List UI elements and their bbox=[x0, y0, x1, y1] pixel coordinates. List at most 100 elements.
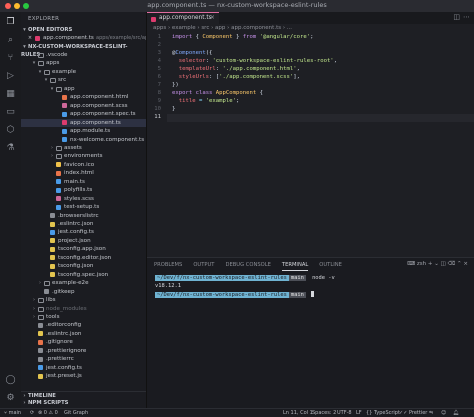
tree-file[interactable]: app.module.ts bbox=[21, 127, 146, 135]
open-editor-path: apps/example/src/app bbox=[96, 35, 147, 41]
tree-file[interactable]: nx-welcome.component.ts bbox=[21, 136, 146, 144]
tree-item-label: libs bbox=[46, 297, 56, 304]
testing-icon[interactable]: ⚗ bbox=[5, 143, 16, 154]
tree-file[interactable]: .prettierrc bbox=[21, 355, 146, 363]
close-panel-icon[interactable]: × bbox=[463, 261, 468, 267]
tree-folder[interactable]: › environments bbox=[21, 152, 146, 160]
tree-folder[interactable]: › libs bbox=[21, 296, 146, 304]
tree-folder[interactable]: ▾ apps bbox=[21, 59, 146, 67]
project-section[interactable]: ▾ NX-CUSTOM-WORKSPACE-ESLINT-RULES bbox=[21, 43, 146, 58]
breadcrumb-src[interactable]: src bbox=[201, 25, 209, 31]
chevron-right-icon: › bbox=[33, 305, 35, 312]
tree-item-label: jest.preset.js bbox=[46, 373, 82, 380]
tree-file[interactable]: .gitignore bbox=[21, 338, 146, 346]
nx-console-icon[interactable]: ⬡ bbox=[5, 125, 16, 136]
tree-file[interactable]: .gitkeep bbox=[21, 288, 146, 296]
tree-folder[interactable]: › assets bbox=[21, 144, 146, 152]
tree-item-label: polyfills.ts bbox=[64, 187, 93, 194]
tab-problems[interactable]: PROBLEMS bbox=[154, 262, 182, 270]
tree-file[interactable]: .browserslistrc bbox=[21, 212, 146, 220]
tree-file[interactable]: favicon.ico bbox=[21, 161, 146, 169]
tree-file[interactable]: app.component.spec.ts bbox=[21, 110, 146, 118]
json-file-icon bbox=[50, 246, 55, 252]
tree-folder[interactable]: ▾ src bbox=[21, 76, 146, 84]
tab-outline[interactable]: OUTLINE bbox=[319, 262, 342, 270]
tree-file[interactable]: .eslintrc.json bbox=[21, 330, 146, 338]
close-tab-icon[interactable]: × bbox=[210, 13, 215, 24]
trash-icon[interactable]: ⌫ bbox=[448, 261, 456, 267]
prompt-path: ~/Dev/f/nx-custom-workspace-eslint-rules bbox=[155, 275, 289, 281]
search-icon[interactable]: ⌕ bbox=[5, 35, 16, 46]
explorer-icon[interactable]: ❐ bbox=[5, 17, 16, 28]
panel-tabs: PROBLEMS OUTPUT DEBUG CONSOLE TERMINAL OUTLI… bbox=[154, 262, 353, 271]
new-terminal-icon[interactable]: + bbox=[428, 261, 433, 267]
tree-file[interactable]: main.ts bbox=[21, 178, 146, 186]
breadcrumb-example[interactable]: example bbox=[172, 25, 196, 31]
run-debug-icon[interactable]: ▷ bbox=[5, 71, 16, 82]
tree-file[interactable]: jest.config.ts bbox=[21, 228, 146, 236]
terminal-line-1: ~/Dev/f/nx-custom-workspace-eslint-rules… bbox=[155, 275, 335, 281]
breadcrumb-symbol[interactable]: ... bbox=[287, 25, 292, 31]
tree-file[interactable]: jest.preset.js bbox=[21, 372, 146, 380]
tree-file[interactable]: app.component.ts bbox=[21, 118, 146, 127]
tree-folder[interactable]: › .vscode bbox=[21, 51, 146, 59]
tree-item-label: main.ts bbox=[64, 178, 85, 185]
npm-scripts-section[interactable]: › NPM SCRIPTS bbox=[21, 399, 146, 407]
split-editor-icon[interactable]: ◫ bbox=[453, 13, 460, 21]
tab-debug-console[interactable]: DEBUG CONSOLE bbox=[225, 262, 270, 270]
breadcrumb-file[interactable]: app.component.ts bbox=[231, 25, 281, 31]
tree-item-label: nx-welcome.component.ts bbox=[70, 136, 145, 143]
folder-icon bbox=[38, 306, 44, 312]
extensions-icon[interactable]: ▦ bbox=[5, 89, 16, 100]
shell-label[interactable]: zsh bbox=[417, 261, 426, 267]
tree-file[interactable]: index.html bbox=[21, 169, 146, 177]
tree-file[interactable]: app.component.scss bbox=[21, 102, 146, 110]
tree-file[interactable]: project.json bbox=[21, 237, 146, 245]
tree-folder[interactable]: › example-e2e bbox=[21, 279, 146, 287]
tree-file[interactable]: styles.scss bbox=[21, 195, 146, 203]
tree-folder[interactable]: › node_modules bbox=[21, 305, 146, 313]
tree-file[interactable]: polyfills.ts bbox=[21, 186, 146, 194]
tree-file[interactable]: tsconfig.json bbox=[21, 262, 146, 270]
tree-file[interactable]: .eslintrc.json bbox=[21, 220, 146, 228]
split-terminal-icon[interactable]: ◫ bbox=[441, 261, 446, 267]
tab-terminal[interactable]: TERMINAL bbox=[281, 262, 309, 271]
tree-file[interactable]: tsconfig.spec.json bbox=[21, 271, 146, 279]
tree-file[interactable]: tsconfig.editor.json bbox=[21, 254, 146, 262]
tree-folder[interactable]: › tools bbox=[21, 313, 146, 321]
angular-file-icon bbox=[35, 35, 40, 41]
folder-icon bbox=[50, 78, 56, 84]
git-file-icon bbox=[38, 339, 43, 345]
open-editors-section[interactable]: ▾ OPEN EDITORS bbox=[21, 26, 146, 34]
tree-file[interactable]: test-setup.ts bbox=[21, 203, 146, 211]
tab-app-component-ts[interactable]: app.component.ts × bbox=[147, 12, 219, 24]
breadcrumb-apps[interactable]: apps bbox=[153, 25, 166, 31]
tree-item-label: environments bbox=[64, 153, 103, 160]
folder-icon bbox=[38, 298, 44, 304]
chevron-down-icon[interactable]: ⌄ bbox=[434, 261, 439, 267]
close-icon[interactable]: × bbox=[27, 34, 33, 42]
line-number: 9 bbox=[157, 98, 161, 104]
terminal-line-3[interactable]: ~/Dev/f/nx-custom-workspace-eslint-rules… bbox=[155, 291, 315, 298]
tree-file[interactable]: app.component.html bbox=[21, 93, 146, 101]
cfg-file-icon bbox=[38, 322, 43, 328]
chevron-up-icon[interactable]: ⌃ bbox=[457, 261, 462, 267]
tab-output[interactable]: OUTPUT bbox=[193, 262, 214, 270]
tree-item-label: assets bbox=[64, 144, 82, 151]
account-icon[interactable]: ◯ bbox=[5, 375, 16, 386]
remote-explorer-icon[interactable]: ▭ bbox=[5, 107, 16, 118]
tree-folder[interactable]: ▾ app bbox=[21, 85, 146, 93]
source-control-icon[interactable]: ⑂ bbox=[5, 53, 16, 64]
code-line-10: } bbox=[172, 106, 176, 112]
manage-gear-icon[interactable]: ⚙ bbox=[5, 393, 16, 404]
tree-file[interactable]: tsconfig.app.json bbox=[21, 245, 146, 253]
line-number: 7 bbox=[157, 82, 161, 88]
js-file-icon bbox=[38, 373, 43, 379]
more-actions-icon[interactable]: ⋯ bbox=[463, 13, 470, 21]
tree-folder[interactable]: ▾ example bbox=[21, 68, 146, 76]
tree-file[interactable]: .editorconfig bbox=[21, 321, 146, 329]
open-editor-item[interactable]: × app.component.ts apps/example/src/app bbox=[21, 34, 146, 42]
breadcrumb-app[interactable]: app bbox=[215, 25, 225, 31]
tree-file[interactable]: jest.config.ts bbox=[21, 364, 146, 372]
tree-file[interactable]: .prettierignore bbox=[21, 347, 146, 355]
